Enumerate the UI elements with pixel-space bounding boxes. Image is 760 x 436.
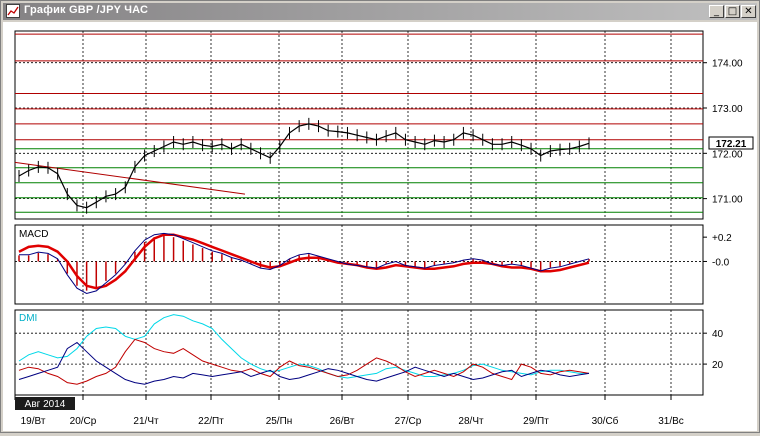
day-label: 20/Ср (70, 416, 97, 427)
macd-axis-tick: +0.2 (712, 233, 732, 244)
title-bar[interactable]: График GBP /JPY ЧАС _ □ ✕ (3, 3, 757, 20)
y-axis-labels: 174.00 173.00 172.00 171.00 +0.2 -0.0 40 20 (703, 59, 743, 371)
day-label: 26/Вт (330, 416, 355, 427)
day-label: 29/Пт (523, 416, 549, 427)
day-label: 25/Пн (266, 416, 293, 427)
macd-label: MACD (19, 229, 48, 240)
maximize-button[interactable]: □ (725, 5, 740, 18)
price-axis-tick: 173.00 (712, 104, 743, 115)
day-label: 19/Вт (21, 416, 46, 427)
price-axis-tick: 171.00 (712, 195, 743, 206)
current-price-label: 172.21 (716, 139, 747, 150)
chart-area[interactable]: 174.00 173.00 172.00 171.00 +0.2 -0.0 40 20 20/… (3, 22, 757, 431)
price-panel[interactable] (14, 30, 704, 220)
day-label: 31/Вс (658, 416, 684, 427)
day-label: 30/Сб (592, 415, 619, 427)
day-label: 21/Чт (133, 416, 159, 427)
price-axis-tick: 172.00 (712, 149, 743, 160)
chart-window: График GBP /JPY ЧАС _ □ ✕ 174.00 173.00 17… (0, 0, 760, 433)
day-label: 28/Чт (458, 416, 484, 427)
day-label: 27/Ср (395, 416, 422, 427)
price-axis-tick: 174.00 (712, 59, 743, 70)
dmi-axis-tick: 20 (712, 360, 724, 371)
close-button[interactable]: ✕ (741, 5, 756, 18)
day-label: 22/Пт (198, 416, 224, 427)
window-title: График GBP /JPY ЧАС (24, 4, 149, 16)
month-label: Авг 2014 (25, 399, 66, 410)
dmi-label: DMI (19, 313, 37, 324)
x-axis-labels: 20/Ср 21/Чт 22/Пт 25/Пн 26/Вт 27/Ср 28/Чт 29/Пт… (14, 395, 684, 427)
dmi-axis-tick: 40 (712, 329, 724, 340)
chart-canvas[interactable]: 174.00 173.00 172.00 171.00 +0.2 -0.0 40 20 20/… (3, 22, 757, 431)
macd-axis-tick: -0.0 (712, 257, 730, 268)
chart-icon (6, 4, 20, 18)
dmi-panel[interactable] (14, 309, 704, 396)
minimize-button[interactable]: _ (709, 5, 724, 18)
